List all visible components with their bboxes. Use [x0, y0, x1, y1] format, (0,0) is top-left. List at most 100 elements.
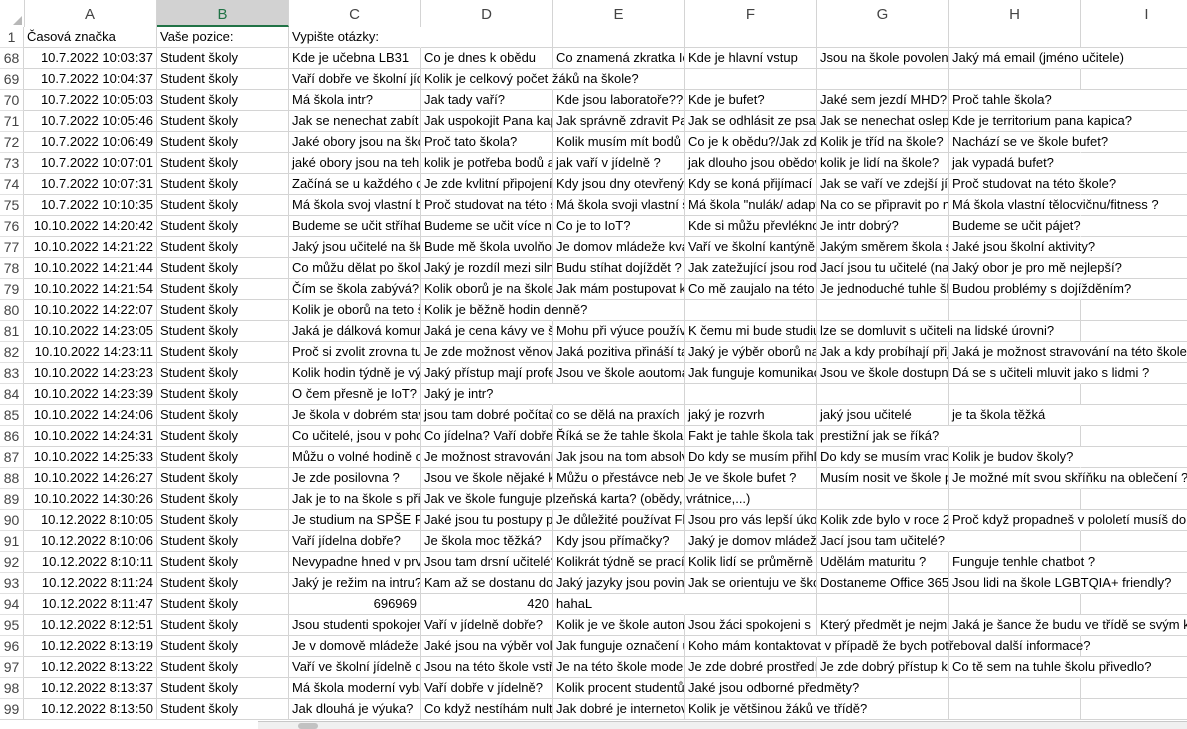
cell-e[interactable]: Kolik procent studentů — [553, 678, 685, 699]
cell-c[interactable]: Jak je to na škole s přihlášením — [289, 489, 421, 510]
cell-e[interactable]: Jak jsou na tom absolventi — [553, 447, 685, 468]
cell-b[interactable]: Student školy — [157, 405, 289, 426]
cell-i[interactable] — [1081, 405, 1187, 426]
cell-e[interactable]: jak vaří v jídelně ? — [553, 153, 685, 174]
cell-i[interactable] — [1081, 216, 1187, 237]
cell-d[interactable]: 420 — [421, 594, 553, 615]
cell-b[interactable]: Student školy — [157, 153, 289, 174]
cell-d[interactable]: Vaří dobře v jídelně? — [421, 678, 553, 699]
cell-c[interactable]: Kolik hodin týdně je výuka — [289, 363, 421, 384]
cell-d[interactable]: Kolik je běžně hodin denně? — [421, 300, 587, 321]
cell-b[interactable]: Student školy — [157, 636, 289, 657]
cell-h[interactable]: Jsou lidi na škole LGBTQIA+ friendly? — [949, 573, 1171, 594]
select-all-corner[interactable] — [0, 0, 25, 27]
cell-b[interactable]: Student školy — [157, 615, 289, 636]
cell-h[interactable]: Jaký obor je pro mě nejlepší? — [949, 258, 1122, 279]
row-number[interactable]: 93 — [0, 573, 24, 594]
cell-g[interactable]: Jaké sem jezdí MHD? — [817, 90, 949, 111]
column-header-h[interactable]: H — [949, 0, 1081, 27]
cell-h[interactable] — [949, 300, 1081, 321]
cell-a[interactable]: 10.12.2022 8:13:22 — [24, 657, 157, 678]
cell-d[interactable]: Proč studovat na této škole — [421, 195, 553, 216]
cell-e[interactable]: Jak správně zdravit Pana kapica — [553, 111, 685, 132]
cell-h[interactable]: Jaká je šance že budu ve třídě se svým k — [949, 615, 1187, 636]
cell-c[interactable]: Jaký je režim na intru? — [289, 573, 421, 594]
cell-b[interactable]: Student školy — [157, 258, 289, 279]
cell-i[interactable] — [1081, 636, 1187, 657]
cell-d[interactable]: Co když nestíhám nultou — [421, 699, 553, 720]
cell-g[interactable]: Jací jsou tu učitelé (na škole) — [817, 258, 949, 279]
row-number[interactable]: 92 — [0, 552, 24, 573]
cell-d[interactable]: Je zde možnost věnovat se — [421, 342, 553, 363]
cell-b[interactable]: Student školy — [157, 300, 289, 321]
cell-g[interactable]: Udělám maturitu ? — [817, 552, 949, 573]
cell-a[interactable]: 10.10.2022 14:24:06 — [24, 405, 157, 426]
cell-a[interactable]: 10.10.2022 14:22:07 — [24, 300, 157, 321]
cell-g[interactable]: Na co se připravit po nástupu — [817, 195, 949, 216]
cell-e[interactable]: Jsou ve škole aoutomaty — [553, 363, 685, 384]
cell-g[interactable]: Jak a kdy probíhají přijímačky — [817, 342, 949, 363]
cell-g[interactable]: Kolik je tříd na škole? — [817, 132, 949, 153]
cell-a[interactable]: 10.10.2022 14:21:44 — [24, 258, 157, 279]
row-number[interactable]: 98 — [0, 678, 24, 699]
cell-f[interactable]: jak dlouho jsou obědové fronty — [685, 153, 817, 174]
cell-e[interactable]: co se dělá na praxích — [553, 405, 685, 426]
cell-f[interactable]: Co mě zaujalo na této škole — [685, 279, 817, 300]
cell-e[interactable]: Jak funguje označení učeben — [553, 636, 685, 657]
cell-e[interactable]: Kdy jsou přímačky? — [553, 531, 685, 552]
cell-h[interactable] — [949, 489, 1081, 510]
cell-f[interactable]: Kde je bufet? — [685, 90, 817, 111]
cell-c[interactable]: Co můžu dělat po škole — [289, 258, 421, 279]
cell-b[interactable]: Vaše pozice: — [157, 27, 289, 48]
cell-g[interactable] — [817, 594, 949, 615]
cell-e[interactable]: Je na této škole moderní — [553, 657, 685, 678]
cell-f[interactable]: jaký je rozvrh — [685, 405, 817, 426]
cell-f[interactable]: Jaký je domov mládeže? — [685, 531, 817, 552]
cell-b[interactable]: Student školy — [157, 321, 289, 342]
cell-c[interactable]: Začíná se u každého oboru — [289, 174, 421, 195]
cell-h[interactable] — [949, 531, 1081, 552]
cell-a[interactable]: 10.7.2022 10:07:01 — [24, 153, 157, 174]
cell-b[interactable]: Student školy — [157, 426, 289, 447]
cell-b[interactable]: Student školy — [157, 489, 289, 510]
cell-c[interactable]: Proč si zvolit zrovna tuto školu — [289, 342, 421, 363]
row-number[interactable]: 90 — [0, 510, 24, 531]
row-number[interactable]: 79 — [0, 279, 24, 300]
cell-b[interactable]: Student školy — [157, 552, 289, 573]
cell-i[interactable] — [1081, 69, 1187, 90]
cell-g[interactable]: lze se domluvit s učiteli na lidské úrov… — [817, 321, 1054, 342]
cell-d[interactable]: jsou tam dobré počítače — [421, 405, 553, 426]
cell-g[interactable] — [817, 300, 949, 321]
cell-h[interactable]: Má škola vlastní tělocvičnu/fitness ? — [949, 195, 1159, 216]
cell-e[interactable]: Mohu při výuce používat — [553, 321, 685, 342]
cell-d[interactable]: Kam až se dostanu do — [421, 573, 553, 594]
cell-g[interactable]: prestižní jak se říká? — [817, 426, 949, 447]
cell-h[interactable]: Jaký má email (jméno učitele) — [949, 48, 1124, 69]
cell-a[interactable]: 10.10.2022 14:20:42 — [24, 216, 157, 237]
column-header-e[interactable]: E — [553, 0, 685, 27]
cell-d[interactable]: Proč tato škola? — [421, 132, 553, 153]
cell-h[interactable]: Funguje tenhle chatbot ? — [949, 552, 1095, 573]
cell-h[interactable]: je ta škola těžká — [949, 405, 1081, 426]
cell-c[interactable]: Nevypadne hned v první — [289, 552, 421, 573]
cell-d[interactable]: Kolik oborů je na škole? — [421, 279, 553, 300]
row-number[interactable]: 95 — [0, 615, 24, 636]
row-number[interactable]: 72 — [0, 132, 24, 153]
row-number[interactable]: 99 — [0, 699, 24, 720]
cell-a[interactable]: 10.12.2022 8:11:47 — [24, 594, 157, 615]
cell-h[interactable]: Jaké jsou školní aktivity? — [949, 237, 1095, 258]
cell-e[interactable]: Kolik je ve škole automatů — [553, 615, 685, 636]
cell-a[interactable]: 10.7.2022 10:04:37 — [24, 69, 157, 90]
cell-f[interactable]: Fakt je tahle škola tak — [685, 426, 817, 447]
row-number[interactable]: 89 — [0, 489, 24, 510]
cell-f[interactable]: Jak se odhlásit ze psaní — [685, 111, 817, 132]
cell-e[interactable]: Kolikrát týdně se prací — [553, 552, 685, 573]
cell-e[interactable] — [553, 27, 685, 48]
cell-f[interactable]: Kde si můžu převléknout — [685, 216, 817, 237]
cell-d[interactable]: Jaký je intr? — [421, 384, 553, 405]
cell-i[interactable] — [1081, 27, 1187, 48]
cell-h[interactable] — [949, 69, 1081, 90]
cell-a[interactable]: 10.12.2022 8:12:51 — [24, 615, 157, 636]
cell-e[interactable]: Jaká pozitiva přináší tato — [553, 342, 685, 363]
cell-i[interactable] — [1081, 489, 1187, 510]
